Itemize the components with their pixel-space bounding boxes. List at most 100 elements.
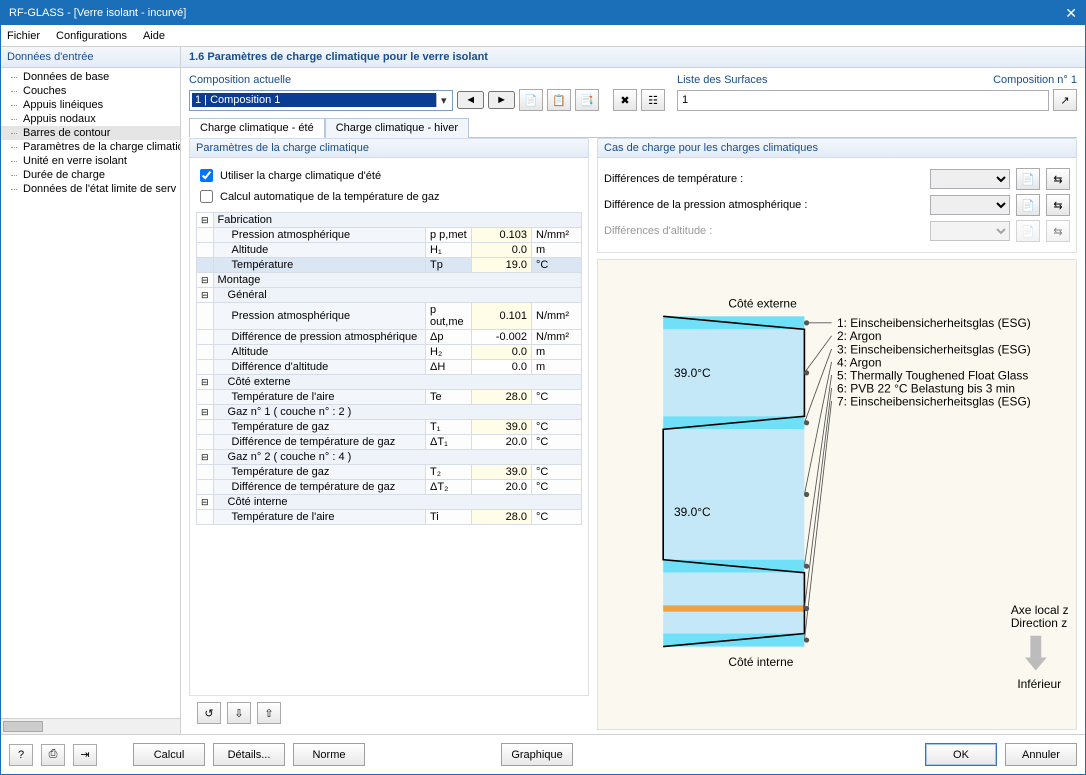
titlebar: RF-GLASS - [Verre isolant - incurvé] ✕ — [1, 1, 1085, 25]
param-unit: °C — [532, 258, 582, 273]
annuler-button[interactable]: Annuler — [1005, 743, 1077, 766]
use-summer-load-checkbox[interactable]: Utiliser la charge climatique d'été — [196, 166, 582, 185]
copy-composition-icon[interactable]: 📑 — [575, 89, 599, 111]
auto-gas-temp-checkbox[interactable]: Calcul automatique de la température de … — [196, 187, 582, 206]
param-label: Altitude — [213, 345, 425, 360]
param-symbol: Ti — [426, 510, 472, 525]
import-icon[interactable]: ⇩ — [227, 702, 251, 724]
chevron-down-icon[interactable]: ▾ — [436, 94, 450, 107]
tree-item[interactable]: Couches — [1, 84, 180, 98]
close-icon[interactable]: ✕ — [1065, 5, 1077, 22]
param-value[interactable]: 28.0 — [472, 510, 532, 525]
collapse-icon[interactable]: ⊟ — [197, 273, 214, 288]
edit-composition-icon[interactable]: 📋 — [547, 89, 571, 111]
param-unit: m — [532, 345, 582, 360]
tree-item[interactable]: Barres de contour — [1, 126, 180, 140]
param-value[interactable]: 39.0 — [472, 465, 532, 480]
group-label: Montage — [213, 273, 581, 288]
collapse-icon[interactable]: ⊟ — [197, 288, 214, 303]
param-value[interactable]: 39.0 — [472, 420, 532, 435]
new-composition-icon[interactable]: 📄 — [519, 89, 543, 111]
menu-configurations[interactable]: Configurations — [56, 30, 127, 42]
parameters-table[interactable]: ⊟FabricationPression atmosphériquep p,me… — [196, 212, 582, 525]
param-value[interactable]: 0.0 — [472, 345, 532, 360]
filter-composition-icon[interactable]: ☷ — [641, 89, 665, 111]
tree-item[interactable]: Données de base — [1, 70, 180, 84]
tab-hiver[interactable]: Charge climatique - hiver — [325, 118, 469, 138]
tree-item[interactable]: Appuis linéiques — [1, 98, 180, 112]
tab-ete[interactable]: Charge climatique - été — [189, 118, 325, 138]
legend-item: 7: Einscheibensicherheitsglas (ESG) — [837, 394, 1031, 408]
param-label: Température de gaz — [213, 465, 425, 480]
collapse-icon[interactable]: ⊟ — [197, 405, 214, 420]
main-window: RF-GLASS - [Verre isolant - incurvé] ✕ F… — [0, 0, 1086, 775]
help-icon[interactable]: ? — [9, 744, 33, 766]
graphique-button[interactable]: Graphique — [501, 743, 573, 766]
param-unit: °C — [532, 465, 582, 480]
param-value[interactable]: 0.103 — [472, 228, 532, 243]
norme-button[interactable]: Norme — [293, 743, 365, 766]
param-value: 20.0 — [472, 435, 532, 450]
collapse-icon[interactable]: ⊟ — [197, 495, 214, 510]
param-symbol: T₁ — [426, 420, 472, 435]
export-icon[interactable]: ⇧ — [257, 702, 281, 724]
loadcase-label: Différences de température : — [604, 173, 924, 185]
print-icon[interactable]: ⎙ — [41, 744, 65, 766]
svg-text:Direction z: Direction z — [1011, 616, 1067, 630]
param-symbol: H₂ — [426, 345, 472, 360]
tree-item[interactable]: Paramètres de la charge climatiq — [1, 140, 180, 154]
sidebar-hscroll[interactable] — [1, 718, 180, 734]
reset-icon[interactable]: ↺ — [197, 702, 221, 724]
param-value: 20.0 — [472, 480, 532, 495]
param-value[interactable]: 19.0 — [472, 258, 532, 273]
param-symbol: Tp — [426, 258, 472, 273]
param-unit: N/mm² — [532, 228, 582, 243]
param-value[interactable]: 0.0 — [472, 243, 532, 258]
composition-next[interactable]: ► — [488, 91, 515, 109]
glass-diagram: Côté externe — [597, 259, 1077, 730]
legend-item: 5: Thermally Toughened Float Glass — [837, 368, 1028, 382]
surfaces-input[interactable] — [677, 90, 1049, 111]
menu-aide[interactable]: Aide — [143, 30, 165, 42]
param-value[interactable]: 0.101 — [472, 303, 532, 330]
legend-item: 4: Argon — [837, 355, 881, 369]
tree-item[interactable]: Données de l'état limite de serv — [1, 182, 180, 196]
param-label: Différence de pression atmosphérique — [213, 330, 425, 345]
tree-item[interactable]: Durée de charge — [1, 168, 180, 182]
param-unit: °C — [532, 510, 582, 525]
loadcase-label: Différence de la pression atmosphérique … — [604, 199, 924, 211]
pick-surface-icon[interactable]: ↗ — [1053, 89, 1077, 111]
loadcase-assign-icon[interactable]: ⇆ — [1046, 194, 1070, 216]
loadcase-new-icon[interactable]: 📄 — [1016, 194, 1040, 216]
collapse-icon[interactable]: ⊟ — [197, 450, 214, 465]
param-unit: m — [532, 243, 582, 258]
composition-value: 1 | Composition 1 — [192, 93, 436, 107]
loadcase-select[interactable] — [930, 169, 1010, 189]
group-label: Gaz n° 2 ( couche n° : 4 ) — [213, 450, 581, 465]
surfaces-label: Liste des Surfaces — [677, 74, 768, 86]
group-label: Côté externe — [213, 375, 581, 390]
param-symbol: ΔT₂ — [426, 480, 472, 495]
ok-button[interactable]: OK — [925, 743, 997, 766]
nav-tree[interactable]: Données de baseCouchesAppuis linéiquesAp… — [1, 68, 180, 718]
menu-fichier[interactable]: Fichier — [7, 30, 40, 42]
loadcase-assign-icon[interactable]: ⇆ — [1046, 168, 1070, 190]
window-title: RF-GLASS - [Verre isolant - incurvé] — [9, 7, 186, 19]
collapse-icon[interactable]: ⊟ — [197, 375, 214, 390]
details-button[interactable]: Détails... — [213, 743, 285, 766]
param-value[interactable]: 28.0 — [472, 390, 532, 405]
tree-item[interactable]: Unité en verre isolant — [1, 154, 180, 168]
calcul-button[interactable]: Calcul — [133, 743, 205, 766]
export-footer-icon[interactable]: ⇥ — [73, 744, 97, 766]
loadcase-new-icon[interactable]: 📄 — [1016, 168, 1040, 190]
collapse-icon[interactable]: ⊟ — [197, 213, 214, 228]
legend-item: 6: PVB 22 °C Belastung bis 3 min — [837, 381, 1015, 395]
composition-combo[interactable]: 1 | Composition 1 ▾ — [189, 90, 453, 111]
composition-prev[interactable]: ◄ — [457, 91, 484, 109]
delete-composition-icon[interactable]: ✖ — [613, 89, 637, 111]
param-value: -0.002 — [472, 330, 532, 345]
loadcase-select[interactable] — [930, 195, 1010, 215]
svg-text:Axe local z: Axe local z — [1011, 603, 1069, 617]
params-header: Paramètres de la charge climatique — [189, 138, 589, 158]
tree-item[interactable]: Appuis nodaux — [1, 112, 180, 126]
